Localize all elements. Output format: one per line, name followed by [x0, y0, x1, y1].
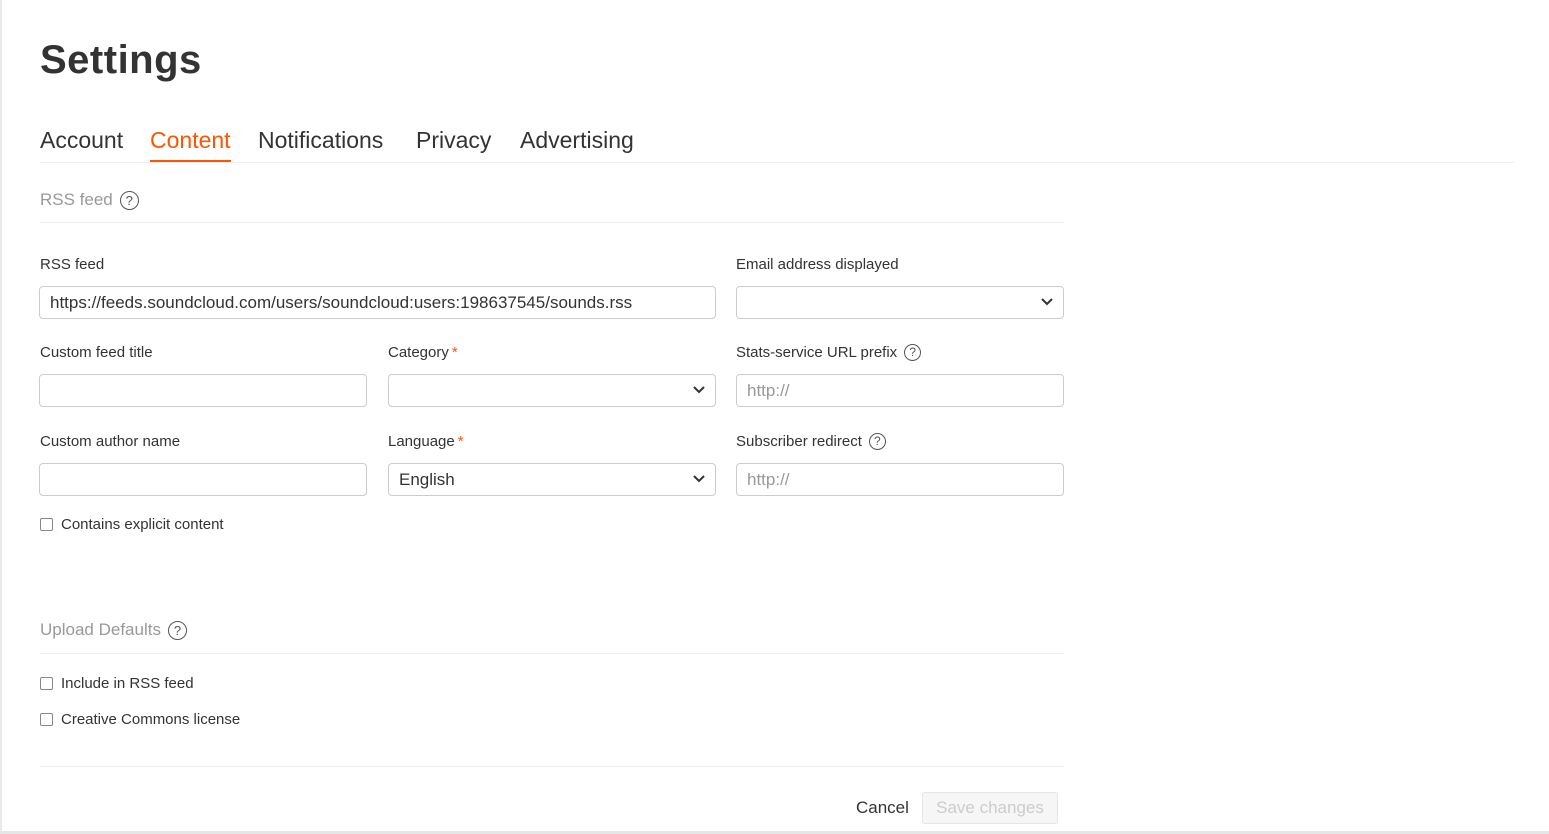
- custom-feed-title-label: Custom feed title: [40, 344, 153, 361]
- email-displayed-select[interactable]: [736, 286, 1064, 319]
- stats-prefix-label: Stats-service URL prefix ?: [736, 344, 922, 361]
- stats-prefix-input[interactable]: http://: [736, 374, 1064, 407]
- creative-commons-option[interactable]: Creative Commons license: [40, 711, 240, 728]
- help-circle-icon[interactable]: ?: [904, 344, 922, 361]
- settings-tabs: Account Content Notifications Privacy Ad…: [40, 126, 1514, 163]
- email-displayed-label: Email address displayed: [736, 256, 899, 273]
- language-label: Language *: [388, 433, 464, 450]
- upload-defaults-label: Upload Defaults: [40, 620, 161, 639]
- chevron-down-icon: [1041, 298, 1053, 306]
- explicit-content-checkbox[interactable]: [40, 518, 53, 531]
- save-changes-button[interactable]: Save changes: [922, 792, 1058, 824]
- creative-commons-checkbox[interactable]: [40, 713, 53, 726]
- required-marker: *: [451, 344, 458, 361]
- tab-account[interactable]: Account: [40, 126, 123, 162]
- language-select[interactable]: English: [388, 463, 716, 496]
- upload-defaults-divider: [40, 653, 1064, 654]
- help-circle-icon[interactable]: ?: [119, 190, 139, 210]
- creative-commons-label: Creative Commons license: [61, 711, 241, 728]
- tab-advertising[interactable]: Advertising: [520, 126, 634, 162]
- rss-section-title: RSS feed ?: [40, 190, 139, 210]
- rss-feed-label: RSS feed: [40, 256, 105, 273]
- include-rss-label: Include in RSS feed: [61, 675, 194, 692]
- include-rss-checkbox[interactable]: [40, 677, 53, 690]
- rss-section-label: RSS feed: [40, 190, 113, 209]
- rss-feed-input[interactable]: https://feeds.soundcloud.com/users/sound…: [39, 286, 716, 319]
- page-edge: [0, 0, 2, 834]
- subscriber-redirect-label: Subscriber redirect ?: [736, 433, 886, 450]
- category-label: Category *: [388, 344, 458, 361]
- help-circle-icon[interactable]: ?: [868, 433, 886, 450]
- custom-feed-title-input[interactable]: [39, 374, 367, 407]
- explicit-content-option[interactable]: Contains explicit content: [40, 516, 224, 533]
- footer-divider: [40, 766, 1064, 767]
- subscriber-redirect-input[interactable]: http://: [736, 463, 1064, 496]
- chevron-down-icon: [693, 475, 705, 483]
- tab-content[interactable]: Content: [150, 126, 231, 162]
- tab-notifications[interactable]: Notifications: [258, 126, 383, 162]
- chevron-down-icon: [693, 386, 705, 394]
- cancel-button[interactable]: Cancel: [856, 798, 909, 818]
- tab-privacy[interactable]: Privacy: [416, 126, 491, 162]
- explicit-content-label: Contains explicit content: [61, 516, 224, 533]
- include-rss-option[interactable]: Include in RSS feed: [40, 675, 194, 692]
- custom-author-input[interactable]: [39, 463, 367, 496]
- custom-author-label: Custom author name: [40, 433, 181, 450]
- required-marker: *: [457, 433, 464, 450]
- category-select[interactable]: [388, 374, 716, 407]
- page-title: Settings: [40, 38, 202, 82]
- rss-section-divider: [40, 222, 1064, 223]
- help-circle-icon[interactable]: ?: [167, 620, 187, 640]
- upload-defaults-title: Upload Defaults ?: [40, 620, 187, 640]
